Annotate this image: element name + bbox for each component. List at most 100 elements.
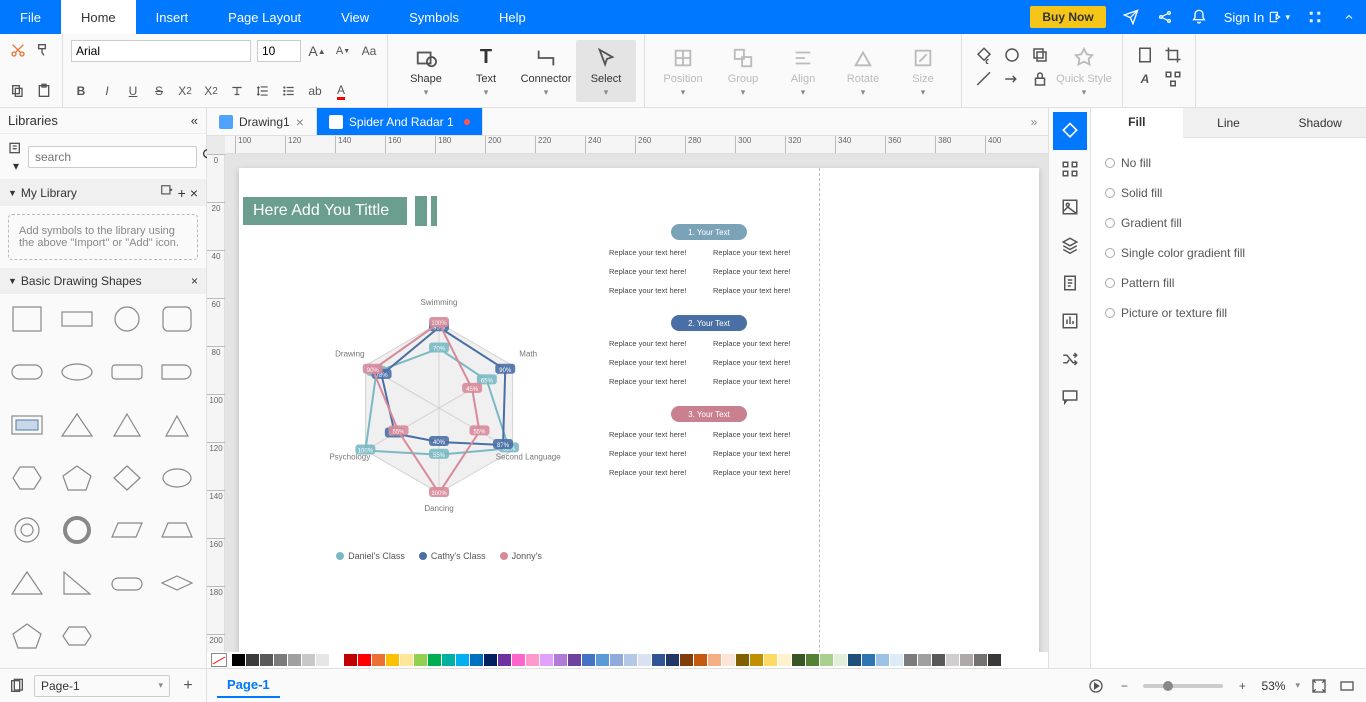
page-select[interactable]: Page-1▾ — [34, 675, 170, 697]
layers-icon[interactable] — [1028, 44, 1052, 66]
distribute-icon[interactable] — [1161, 68, 1185, 90]
color-swatch[interactable] — [540, 654, 553, 666]
color-swatch[interactable] — [848, 654, 861, 666]
buy-now-button[interactable]: Buy Now — [1030, 6, 1105, 28]
menu-file[interactable]: File — [0, 0, 61, 34]
color-swatch[interactable] — [442, 654, 455, 666]
color-swatch[interactable] — [960, 654, 973, 666]
format-painter-icon[interactable] — [34, 40, 54, 60]
color-swatch[interactable] — [792, 654, 805, 666]
radar-chart[interactable]: SwimmingMathSecond LanguageDancingPsycho… — [289, 288, 589, 561]
layout-panel-icon[interactable] — [1053, 150, 1087, 188]
shape-frame[interactable] — [6, 406, 48, 444]
text-placeholder[interactable]: Replace your text here!Replace your text… — [609, 339, 809, 348]
color-swatch[interactable] — [820, 654, 833, 666]
color-swatch[interactable] — [680, 654, 693, 666]
color-swatch[interactable] — [876, 654, 889, 666]
menu-home[interactable]: Home — [61, 0, 136, 34]
fill-color-icon[interactable] — [972, 44, 996, 66]
canvas-scroll[interactable]: Here Add You Tittle SwimmingMathSecond L… — [225, 154, 1048, 652]
shape-trapezoid[interactable] — [156, 511, 198, 549]
color-swatch[interactable] — [652, 654, 665, 666]
search-input[interactable] — [28, 146, 197, 168]
page-title[interactable]: Here Add You Tittle — [243, 197, 407, 225]
color-swatch[interactable] — [988, 654, 1001, 666]
color-swatch[interactable] — [708, 654, 721, 666]
apps-icon[interactable] — [1298, 0, 1332, 34]
color-swatch[interactable] — [736, 654, 749, 666]
fill-option[interactable]: Gradient fill — [1105, 208, 1352, 238]
shape-rounded-rect2[interactable] — [106, 353, 148, 391]
chart-panel-icon[interactable] — [1053, 302, 1087, 340]
add-icon[interactable]: + — [178, 185, 186, 201]
add-page-button[interactable]: + — [178, 677, 198, 695]
color-swatch[interactable] — [764, 654, 777, 666]
rp-tab-line[interactable]: Line — [1183, 108, 1275, 137]
shape-tool[interactable]: Shape▾ — [396, 40, 456, 102]
shape-effects-icon[interactable] — [1000, 44, 1024, 66]
fill-option[interactable]: Pattern fill — [1105, 268, 1352, 298]
text-placeholder[interactable]: Replace your text here!Replace your text… — [609, 468, 809, 477]
increase-font-icon[interactable]: A▲ — [307, 41, 327, 61]
menu-view[interactable]: View — [321, 0, 389, 34]
layers-panel-icon[interactable] — [1053, 226, 1087, 264]
bell-icon[interactable] — [1182, 0, 1216, 34]
shape-oval[interactable] — [156, 459, 198, 497]
decrease-font-icon[interactable]: A▼ — [333, 41, 353, 61]
font-color-icon[interactable]: A — [331, 81, 351, 101]
share-icon[interactable] — [1148, 0, 1182, 34]
fill-option[interactable]: Picture or texture fill — [1105, 298, 1352, 328]
collapse-ribbon-icon[interactable] — [1332, 0, 1366, 34]
color-swatch[interactable] — [946, 654, 959, 666]
line-style-icon[interactable] — [972, 68, 996, 90]
fit-page-icon[interactable] — [1310, 677, 1328, 695]
text-placeholder[interactable]: Replace your text here!Replace your text… — [609, 430, 809, 439]
color-swatch[interactable] — [568, 654, 581, 666]
color-swatch[interactable] — [750, 654, 763, 666]
page-tab[interactable]: Page-1 — [217, 673, 280, 698]
paste-icon[interactable] — [34, 81, 54, 101]
comment-panel-icon[interactable] — [1053, 378, 1087, 416]
rp-tab-fill[interactable]: Fill — [1091, 108, 1183, 138]
pages-icon[interactable] — [8, 677, 26, 695]
shape-donut[interactable] — [56, 511, 98, 549]
library-menu-icon[interactable]: ▾ — [8, 140, 24, 173]
color-swatch[interactable] — [554, 654, 567, 666]
color-swatch[interactable] — [386, 654, 399, 666]
shape-rounded-square[interactable] — [156, 300, 198, 338]
font-select[interactable] — [71, 40, 251, 62]
section-pill[interactable]: 2. Your Text — [671, 315, 747, 331]
rp-tab-shadow[interactable]: Shadow — [1274, 108, 1366, 137]
fill-panel-icon[interactable] — [1053, 112, 1087, 150]
color-swatch[interactable] — [330, 654, 343, 666]
color-swatch[interactable] — [456, 654, 469, 666]
superscript-icon[interactable]: X2 — [175, 81, 195, 101]
color-swatch[interactable] — [274, 654, 287, 666]
text-placeholder[interactable]: Replace your text here!Replace your text… — [609, 377, 809, 386]
text-height-icon[interactable] — [227, 81, 247, 101]
shape-hexagon[interactable] — [6, 459, 48, 497]
text-placeholder[interactable]: Replace your text here!Replace your text… — [609, 286, 809, 295]
shape-circle[interactable] — [106, 300, 148, 338]
subscript-icon[interactable]: X2 — [201, 81, 221, 101]
color-swatch[interactable] — [778, 654, 791, 666]
close-section-icon[interactable]: × — [190, 185, 198, 201]
shape-pentagon[interactable] — [56, 459, 98, 497]
text-style-icon[interactable]: A — [1133, 68, 1157, 90]
color-swatch[interactable] — [428, 654, 441, 666]
connector-tool[interactable]: Connector▾ — [516, 40, 576, 102]
copy-icon[interactable] — [8, 81, 28, 101]
color-swatch[interactable] — [638, 654, 651, 666]
color-swatch[interactable] — [694, 654, 707, 666]
fill-option[interactable]: Single color gradient fill — [1105, 238, 1352, 268]
select-tool[interactable]: Select▾ — [576, 40, 636, 102]
shape-diamond[interactable] — [106, 459, 148, 497]
color-swatch[interactable] — [470, 654, 483, 666]
lock-icon[interactable] — [1028, 68, 1052, 90]
lowercase-icon[interactable]: ab — [305, 81, 325, 101]
text-placeholder[interactable]: Replace your text here!Replace your text… — [609, 248, 809, 257]
shape-triangle[interactable] — [56, 406, 98, 444]
shape-hexagon2[interactable] — [56, 617, 98, 655]
section-pill[interactable]: 1. Your Text — [671, 224, 747, 240]
color-swatch[interactable] — [232, 654, 245, 666]
